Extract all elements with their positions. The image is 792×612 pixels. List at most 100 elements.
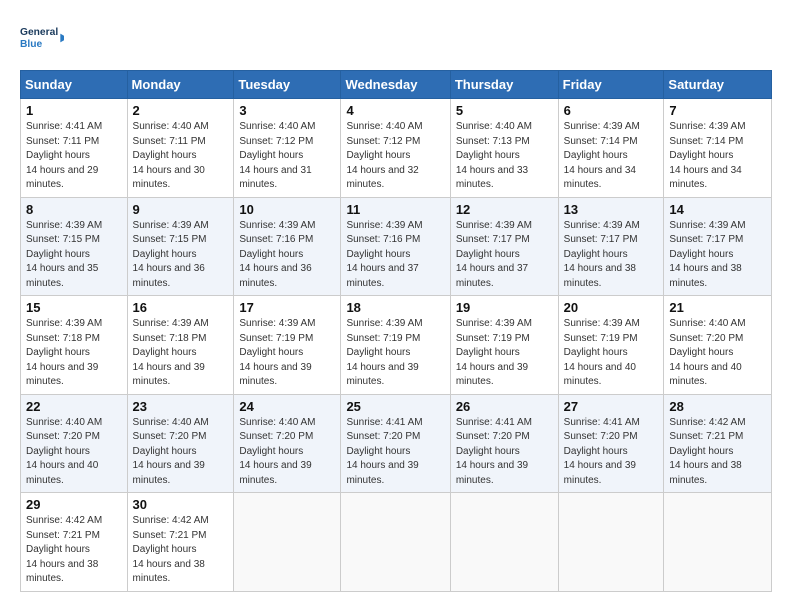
day-info: Sunrise: 4:39 AMSunset: 7:18 PMDaylight … <box>26 318 102 387</box>
day-info: Sunrise: 4:39 AMSunset: 7:19 PMDaylight … <box>346 318 422 387</box>
logo: General Blue <box>20 16 64 60</box>
calendar-header-thursday: Thursday <box>450 71 558 99</box>
day-info: Sunrise: 4:40 AMSunset: 7:12 PMDaylight … <box>239 121 315 190</box>
calendar-cell: 19 Sunrise: 4:39 AMSunset: 7:19 PMDaylig… <box>450 296 558 395</box>
day-number: 25 <box>346 399 444 414</box>
calendar-cell: 8 Sunrise: 4:39 AMSunset: 7:15 PMDayligh… <box>21 197 128 296</box>
day-number: 13 <box>564 202 659 217</box>
calendar-cell: 12 Sunrise: 4:39 AMSunset: 7:17 PMDaylig… <box>450 197 558 296</box>
calendar-cell: 15 Sunrise: 4:39 AMSunset: 7:18 PMDaylig… <box>21 296 128 395</box>
calendar-table: SundayMondayTuesdayWednesdayThursdayFrid… <box>20 70 772 592</box>
calendar-cell <box>664 493 772 592</box>
day-info: Sunrise: 4:41 AMSunset: 7:20 PMDaylight … <box>456 417 532 486</box>
calendar-cell: 5 Sunrise: 4:40 AMSunset: 7:13 PMDayligh… <box>450 99 558 198</box>
calendar-cell: 22 Sunrise: 4:40 AMSunset: 7:20 PMDaylig… <box>21 394 128 493</box>
calendar-week-5: 29 Sunrise: 4:42 AMSunset: 7:21 PMDaylig… <box>21 493 772 592</box>
calendar-header-monday: Monday <box>127 71 234 99</box>
calendar-cell: 30 Sunrise: 4:42 AMSunset: 7:21 PMDaylig… <box>127 493 234 592</box>
day-number: 11 <box>346 202 444 217</box>
calendar-cell: 17 Sunrise: 4:39 AMSunset: 7:19 PMDaylig… <box>234 296 341 395</box>
day-number: 18 <box>346 300 444 315</box>
calendar-cell: 28 Sunrise: 4:42 AMSunset: 7:21 PMDaylig… <box>664 394 772 493</box>
calendar-cell: 21 Sunrise: 4:40 AMSunset: 7:20 PMDaylig… <box>664 296 772 395</box>
day-info: Sunrise: 4:40 AMSunset: 7:20 PMDaylight … <box>133 417 209 486</box>
calendar-cell: 29 Sunrise: 4:42 AMSunset: 7:21 PMDaylig… <box>21 493 128 592</box>
calendar-cell: 27 Sunrise: 4:41 AMSunset: 7:20 PMDaylig… <box>558 394 664 493</box>
calendar-cell: 26 Sunrise: 4:41 AMSunset: 7:20 PMDaylig… <box>450 394 558 493</box>
calendar-week-4: 22 Sunrise: 4:40 AMSunset: 7:20 PMDaylig… <box>21 394 772 493</box>
calendar-cell: 20 Sunrise: 4:39 AMSunset: 7:19 PMDaylig… <box>558 296 664 395</box>
calendar-cell: 7 Sunrise: 4:39 AMSunset: 7:14 PMDayligh… <box>664 99 772 198</box>
day-info: Sunrise: 4:39 AMSunset: 7:14 PMDaylight … <box>564 121 640 190</box>
calendar-cell: 10 Sunrise: 4:39 AMSunset: 7:16 PMDaylig… <box>234 197 341 296</box>
day-info: Sunrise: 4:39 AMSunset: 7:16 PMDaylight … <box>346 220 422 289</box>
day-info: Sunrise: 4:40 AMSunset: 7:13 PMDaylight … <box>456 121 532 190</box>
day-info: Sunrise: 4:40 AMSunset: 7:11 PMDaylight … <box>133 121 209 190</box>
day-info: Sunrise: 4:40 AMSunset: 7:12 PMDaylight … <box>346 121 422 190</box>
calendar-header-saturday: Saturday <box>664 71 772 99</box>
calendar-cell: 14 Sunrise: 4:39 AMSunset: 7:17 PMDaylig… <box>664 197 772 296</box>
day-number: 20 <box>564 300 659 315</box>
calendar-cell: 18 Sunrise: 4:39 AMSunset: 7:19 PMDaylig… <box>341 296 450 395</box>
calendar-header-tuesday: Tuesday <box>234 71 341 99</box>
day-number: 3 <box>239 103 335 118</box>
calendar-cell: 3 Sunrise: 4:40 AMSunset: 7:12 PMDayligh… <box>234 99 341 198</box>
day-number: 12 <box>456 202 553 217</box>
day-number: 19 <box>456 300 553 315</box>
calendar-header-sunday: Sunday <box>21 71 128 99</box>
day-number: 6 <box>564 103 659 118</box>
day-number: 15 <box>26 300 122 315</box>
day-info: Sunrise: 4:39 AMSunset: 7:19 PMDaylight … <box>456 318 532 387</box>
day-info: Sunrise: 4:42 AMSunset: 7:21 PMDaylight … <box>26 515 102 584</box>
calendar-cell <box>234 493 341 592</box>
svg-text:General: General <box>20 27 58 38</box>
day-number: 14 <box>669 202 766 217</box>
calendar-header-row: SundayMondayTuesdayWednesdayThursdayFrid… <box>21 71 772 99</box>
calendar-cell: 25 Sunrise: 4:41 AMSunset: 7:20 PMDaylig… <box>341 394 450 493</box>
day-info: Sunrise: 4:39 AMSunset: 7:17 PMDaylight … <box>564 220 640 289</box>
page: General Blue SundayMondayTuesdayWednesda… <box>0 0 792 612</box>
day-info: Sunrise: 4:41 AMSunset: 7:11 PMDaylight … <box>26 121 102 190</box>
day-number: 16 <box>133 300 229 315</box>
day-info: Sunrise: 4:42 AMSunset: 7:21 PMDaylight … <box>133 515 209 584</box>
day-info: Sunrise: 4:39 AMSunset: 7:15 PMDaylight … <box>133 220 209 289</box>
day-info: Sunrise: 4:39 AMSunset: 7:15 PMDaylight … <box>26 220 102 289</box>
day-info: Sunrise: 4:41 AMSunset: 7:20 PMDaylight … <box>346 417 422 486</box>
day-number: 22 <box>26 399 122 414</box>
day-info: Sunrise: 4:40 AMSunset: 7:20 PMDaylight … <box>239 417 315 486</box>
day-info: Sunrise: 4:39 AMSunset: 7:14 PMDaylight … <box>669 121 745 190</box>
calendar-cell: 24 Sunrise: 4:40 AMSunset: 7:20 PMDaylig… <box>234 394 341 493</box>
calendar-cell: 23 Sunrise: 4:40 AMSunset: 7:20 PMDaylig… <box>127 394 234 493</box>
day-info: Sunrise: 4:39 AMSunset: 7:17 PMDaylight … <box>669 220 745 289</box>
day-number: 30 <box>133 497 229 512</box>
logo-svg: General Blue <box>20 16 64 60</box>
day-number: 26 <box>456 399 553 414</box>
day-number: 9 <box>133 202 229 217</box>
day-info: Sunrise: 4:40 AMSunset: 7:20 PMDaylight … <box>26 417 102 486</box>
calendar-cell: 9 Sunrise: 4:39 AMSunset: 7:15 PMDayligh… <box>127 197 234 296</box>
day-number: 21 <box>669 300 766 315</box>
calendar-week-3: 15 Sunrise: 4:39 AMSunset: 7:18 PMDaylig… <box>21 296 772 395</box>
day-info: Sunrise: 4:40 AMSunset: 7:20 PMDaylight … <box>669 318 745 387</box>
day-number: 17 <box>239 300 335 315</box>
day-number: 28 <box>669 399 766 414</box>
header: General Blue <box>20 16 772 60</box>
day-number: 29 <box>26 497 122 512</box>
calendar-cell: 11 Sunrise: 4:39 AMSunset: 7:16 PMDaylig… <box>341 197 450 296</box>
day-number: 27 <box>564 399 659 414</box>
day-number: 24 <box>239 399 335 414</box>
calendar-cell: 6 Sunrise: 4:39 AMSunset: 7:14 PMDayligh… <box>558 99 664 198</box>
day-info: Sunrise: 4:39 AMSunset: 7:19 PMDaylight … <box>239 318 315 387</box>
calendar-cell <box>558 493 664 592</box>
day-info: Sunrise: 4:39 AMSunset: 7:19 PMDaylight … <box>564 318 640 387</box>
day-number: 5 <box>456 103 553 118</box>
day-number: 23 <box>133 399 229 414</box>
day-info: Sunrise: 4:42 AMSunset: 7:21 PMDaylight … <box>669 417 745 486</box>
day-number: 1 <box>26 103 122 118</box>
calendar-header-wednesday: Wednesday <box>341 71 450 99</box>
calendar-cell: 1 Sunrise: 4:41 AMSunset: 7:11 PMDayligh… <box>21 99 128 198</box>
day-number: 10 <box>239 202 335 217</box>
calendar-cell: 4 Sunrise: 4:40 AMSunset: 7:12 PMDayligh… <box>341 99 450 198</box>
svg-text:Blue: Blue <box>20 39 43 50</box>
calendar-header-friday: Friday <box>558 71 664 99</box>
